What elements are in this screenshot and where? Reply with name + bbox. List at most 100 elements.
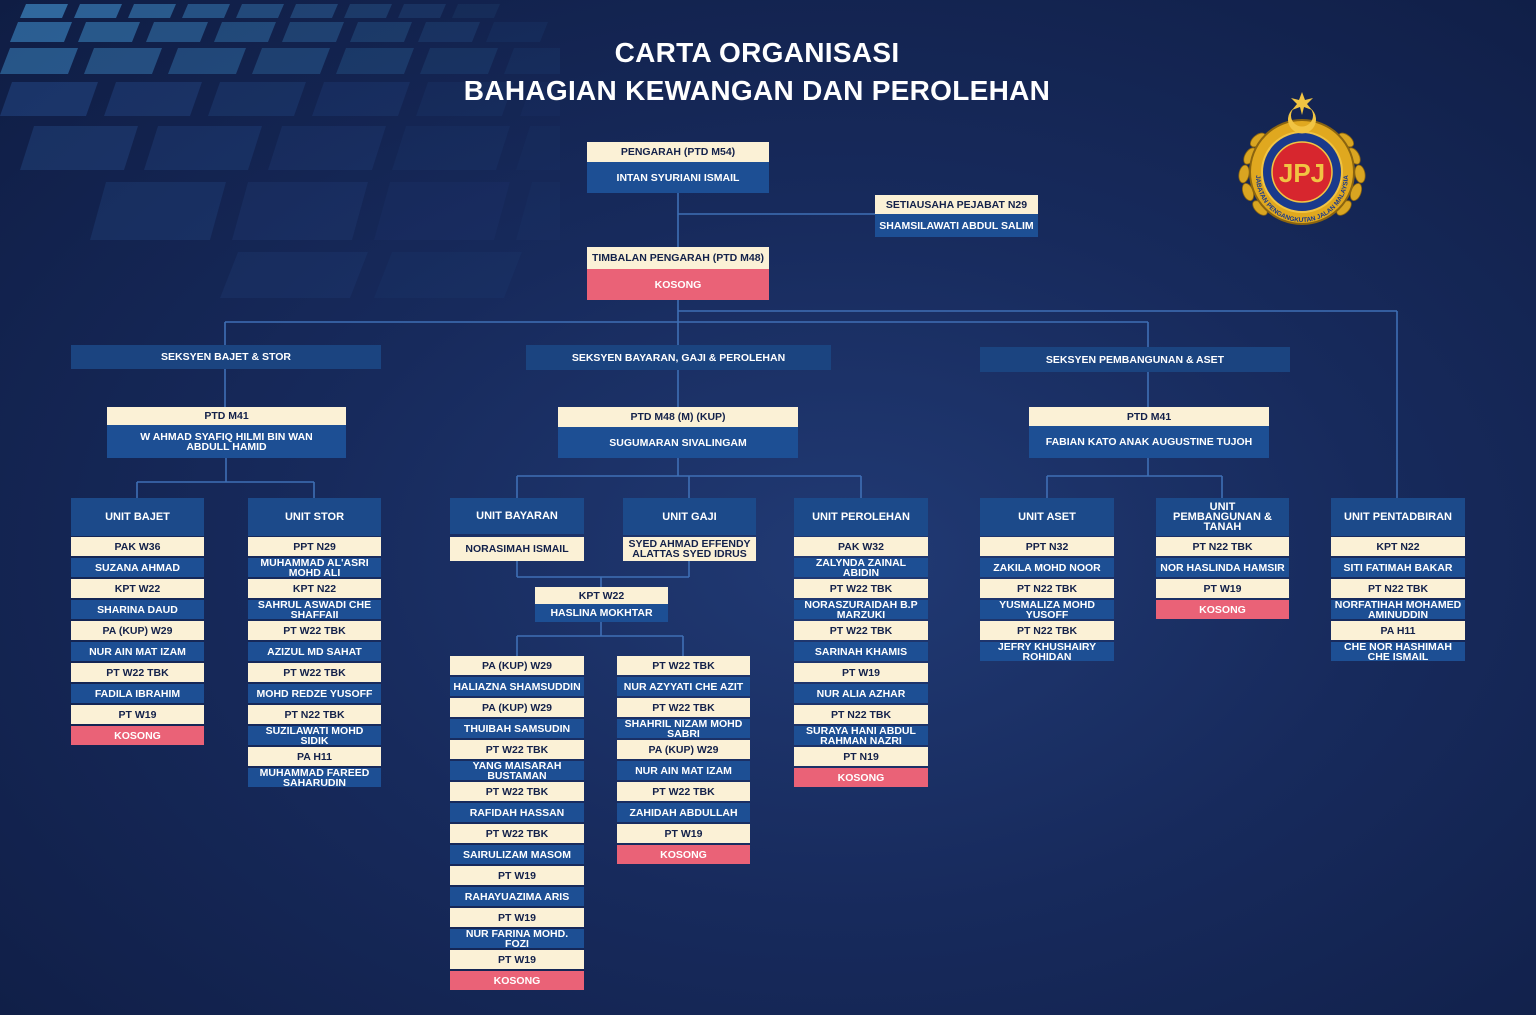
aset-staff-name-0: ZAKILA MOHD NOOR [980, 558, 1114, 577]
director-name: INTAN SYURIANI ISMAIL [587, 162, 769, 193]
stor-staff-position-2: PT W22 TBK [248, 621, 381, 640]
bajet-staff-name-0: SUZANA AHMAD [71, 558, 204, 577]
pentadbiran-staff-position-2: PA H11 [1331, 621, 1465, 640]
bajet-staff-position-4: PT W19 [71, 705, 204, 724]
bajet-staff-name-4: KOSONG [71, 726, 204, 745]
stor-staff-position-3: PT W22 TBK [248, 663, 381, 682]
pentadbiran-staff-name-2: CHE NOR HASHIMAH CHE ISMAIL [1331, 642, 1465, 661]
perolehan-staff-position-3: PT W19 [794, 663, 928, 682]
perolehan-staff-name-1: NORASZURAIDAH B.P MARZUKI [794, 600, 928, 619]
bayaran-right-staff-position-0: PT W22 TBK [617, 656, 750, 675]
section-bayaran-gaji-perolehan: SEKSYEN BAYARAN, GAJI & PEROLEHAN [526, 345, 831, 370]
bayaran-right-staff-name-2: NUR AIN MAT IZAM [617, 761, 750, 780]
perolehan-staff-position-5: PT N19 [794, 747, 928, 766]
deputy-position: TIMBALAN PENGARAH (PTD M48) [587, 247, 769, 269]
stor-staff-position-5: PA H11 [248, 747, 381, 766]
bayaran-right-staff-position-4: PT W19 [617, 824, 750, 843]
bayaran-left-staff-position-2: PT W22 TBK [450, 740, 584, 759]
pembangunan-head-position: PTD M41 [1029, 407, 1269, 426]
unit-bayaran-name: NORASIMAH ISMAIL [450, 537, 584, 561]
unit-pentadbiran-header: UNIT PENTADBIRAN [1331, 498, 1465, 536]
bayaran-left-staff-position-1: PA (KUP) W29 [450, 698, 584, 717]
bayaran-left-staff-name-2: YANG MAISARAH BUSTAMAN [450, 761, 584, 780]
bayaran-left-staff-name-5: RAHAYUAZIMA ARIS [450, 887, 584, 906]
stor-staff-name-3: MOHD REDZE YUSOFF [248, 684, 381, 703]
bayaran-left-staff-name-7: KOSONG [450, 971, 584, 990]
unit-perolehan-header: UNIT PEROLEHAN [794, 498, 928, 536]
section-bajet-stor: SEKSYEN BAJET & STOR [71, 345, 381, 369]
stor-staff-name-1: SAHRUL ASWADI CHE SHAFFAII [248, 600, 381, 619]
perolehan-staff-name-2: SARINAH KHAMIS [794, 642, 928, 661]
bajet-staff-name-2: NUR AIN MAT IZAM [71, 642, 204, 661]
logo-monogram: JPJ [1279, 158, 1325, 188]
bayaran-left-staff-name-0: HALIAZNA SHAMSUDDIN [450, 677, 584, 696]
stor-staff-position-1: KPT N22 [248, 579, 381, 598]
aset-staff-position-2: PT N22 TBK [980, 621, 1114, 640]
bayaran-left-staff-position-6: PT W19 [450, 908, 584, 927]
pembangunan-head-name: FABIAN KATO ANAK AUGUSTINE TUJOH [1029, 426, 1269, 458]
bajet-staff-position-3: PT W22 TBK [71, 663, 204, 682]
bayaran-right-staff-name-1: SHAHRIL NIZAM MOHD SABRI [617, 719, 750, 738]
bajet-head-name: W AHMAD SYAFIQ HILMI BIN WAN ABDULL HAMI… [107, 425, 346, 458]
unit-pembangunan-tanah-header: UNIT PEMBANGUNAN & TANAH [1156, 498, 1289, 536]
unit-bayaran-header: UNIT BAYARAN [450, 498, 584, 534]
pentadbiran-staff-position-0: KPT N22 [1331, 537, 1465, 556]
bajet-head-position: PTD M41 [107, 407, 346, 425]
bayaran-left-staff-position-0: PA (KUP) W29 [450, 656, 584, 675]
perolehan-staff-position-0: PAK W32 [794, 537, 928, 556]
bayaran-left-staff-position-7: PT W19 [450, 950, 584, 969]
bayaran-right-staff-name-0: NUR AZYYATI CHE AZIT [617, 677, 750, 696]
stor-staff-name-5: MUHAMMAD FAREED SAHARUDIN [248, 768, 381, 787]
stor-staff-position-4: PT N22 TBK [248, 705, 381, 724]
unit-bajet-header: UNIT BAJET [71, 498, 204, 536]
pembangunan-staff-position-1: PT W19 [1156, 579, 1289, 598]
unit-gaji-name: SYED AHMAD EFFENDY ALATTAS SYED IDRUS [623, 537, 756, 561]
bajet-staff-name-3: FADILA IBRAHIM [71, 684, 204, 703]
bajet-staff-position-2: PA (KUP) W29 [71, 621, 204, 640]
chart-subtitle: BAHAGIAN KEWANGAN DAN PEROLEHAN [463, 75, 1051, 106]
perolehan-staff-position-1: PT W22 TBK [794, 579, 928, 598]
aset-staff-position-0: PPT N32 [980, 537, 1114, 556]
perolehan-staff-name-5: KOSONG [794, 768, 928, 787]
bayaran-right-staff-name-3: ZAHIDAH ABDULLAH [617, 803, 750, 822]
perolehan-staff-name-3: NUR ALIA AZHAR [794, 684, 928, 703]
perolehan-staff-name-0: ZALYNDA ZAINAL ABIDIN [794, 558, 928, 577]
perolehan-staff-position-2: PT W22 TBK [794, 621, 928, 640]
bajet-staff-name-1: SHARINA DAUD [71, 600, 204, 619]
section-pembangunan-aset: SEKSYEN PEMBANGUNAN & ASET [980, 347, 1290, 372]
stor-staff-name-2: AZIZUL MD SAHAT [248, 642, 381, 661]
unit-gaji-header: UNIT GAJI [623, 498, 756, 535]
stor-staff-position-0: PPT N29 [248, 537, 381, 556]
unit-stor-header: UNIT STOR [248, 498, 381, 536]
bayaran-left-staff-name-1: THUIBAH SAMSUDIN [450, 719, 584, 738]
aset-staff-name-2: JEFRY KHUSHAIRY ROHIDAN [980, 642, 1114, 661]
bayaran-left-staff-position-5: PT W19 [450, 866, 584, 885]
pembangunan-staff-name-0: NOR HASLINDA HAMSIR [1156, 558, 1289, 577]
bajet-staff-position-0: PAK W36 [71, 537, 204, 556]
bayaran-left-staff-name-6: NUR FARINA MOHD. FOZI [450, 929, 584, 948]
stor-staff-name-4: SUZILAWATI MOHD SIDIK [248, 726, 381, 745]
perolehan-staff-name-4: SURAYA HANI ABDUL RAHMAN NAZRI [794, 726, 928, 745]
director-position: PENGARAH (PTD M54) [587, 142, 769, 162]
unit-aset-header: UNIT ASET [980, 498, 1114, 536]
deputy-vacant: KOSONG [587, 269, 769, 300]
stor-staff-name-0: MUHAMMAD AL'ASRI MOHD ALI [248, 558, 381, 577]
aset-staff-name-1: YUSMALIZA MOHD YUSOFF [980, 600, 1114, 619]
pentadbiran-staff-name-1: NORFATIHAH MOHAMED AMINUDDIN [1331, 600, 1465, 619]
bayaran-right-staff-position-1: PT W22 TBK [617, 698, 750, 717]
bayaran-right-staff-position-3: PT W22 TBK [617, 782, 750, 801]
jpj-logo: JPJ JABATAN PENGANGKUTAN JALAN MALAYSIA [1238, 92, 1366, 225]
bayaran-left-staff-name-3: RAFIDAH HASSAN [450, 803, 584, 822]
pentadbiran-staff-name-0: SITI FATIMAH BAKAR [1331, 558, 1465, 577]
bayaran-left-staff-name-4: SAIRULIZAM MASOM [450, 845, 584, 864]
bayaran-head-position: PTD M48 (M) (KUP) [558, 407, 798, 427]
pembangunan-staff-position-0: PT N22 TBK [1156, 537, 1289, 556]
perolehan-staff-position-4: PT N22 TBK [794, 705, 928, 724]
aset-staff-position-1: PT N22 TBK [980, 579, 1114, 598]
kpt-w22-name: HASLINA MOKHTAR [535, 604, 668, 622]
secretary-name: SHAMSILAWATI ABDUL SALIM [875, 214, 1038, 237]
kpt-w22-position: KPT W22 [535, 587, 668, 604]
bayaran-head-name: SUGUMARAN SIVALINGAM [558, 427, 798, 458]
pembangunan-staff-name-1: KOSONG [1156, 600, 1289, 619]
bayaran-left-staff-position-3: PT W22 TBK [450, 782, 584, 801]
